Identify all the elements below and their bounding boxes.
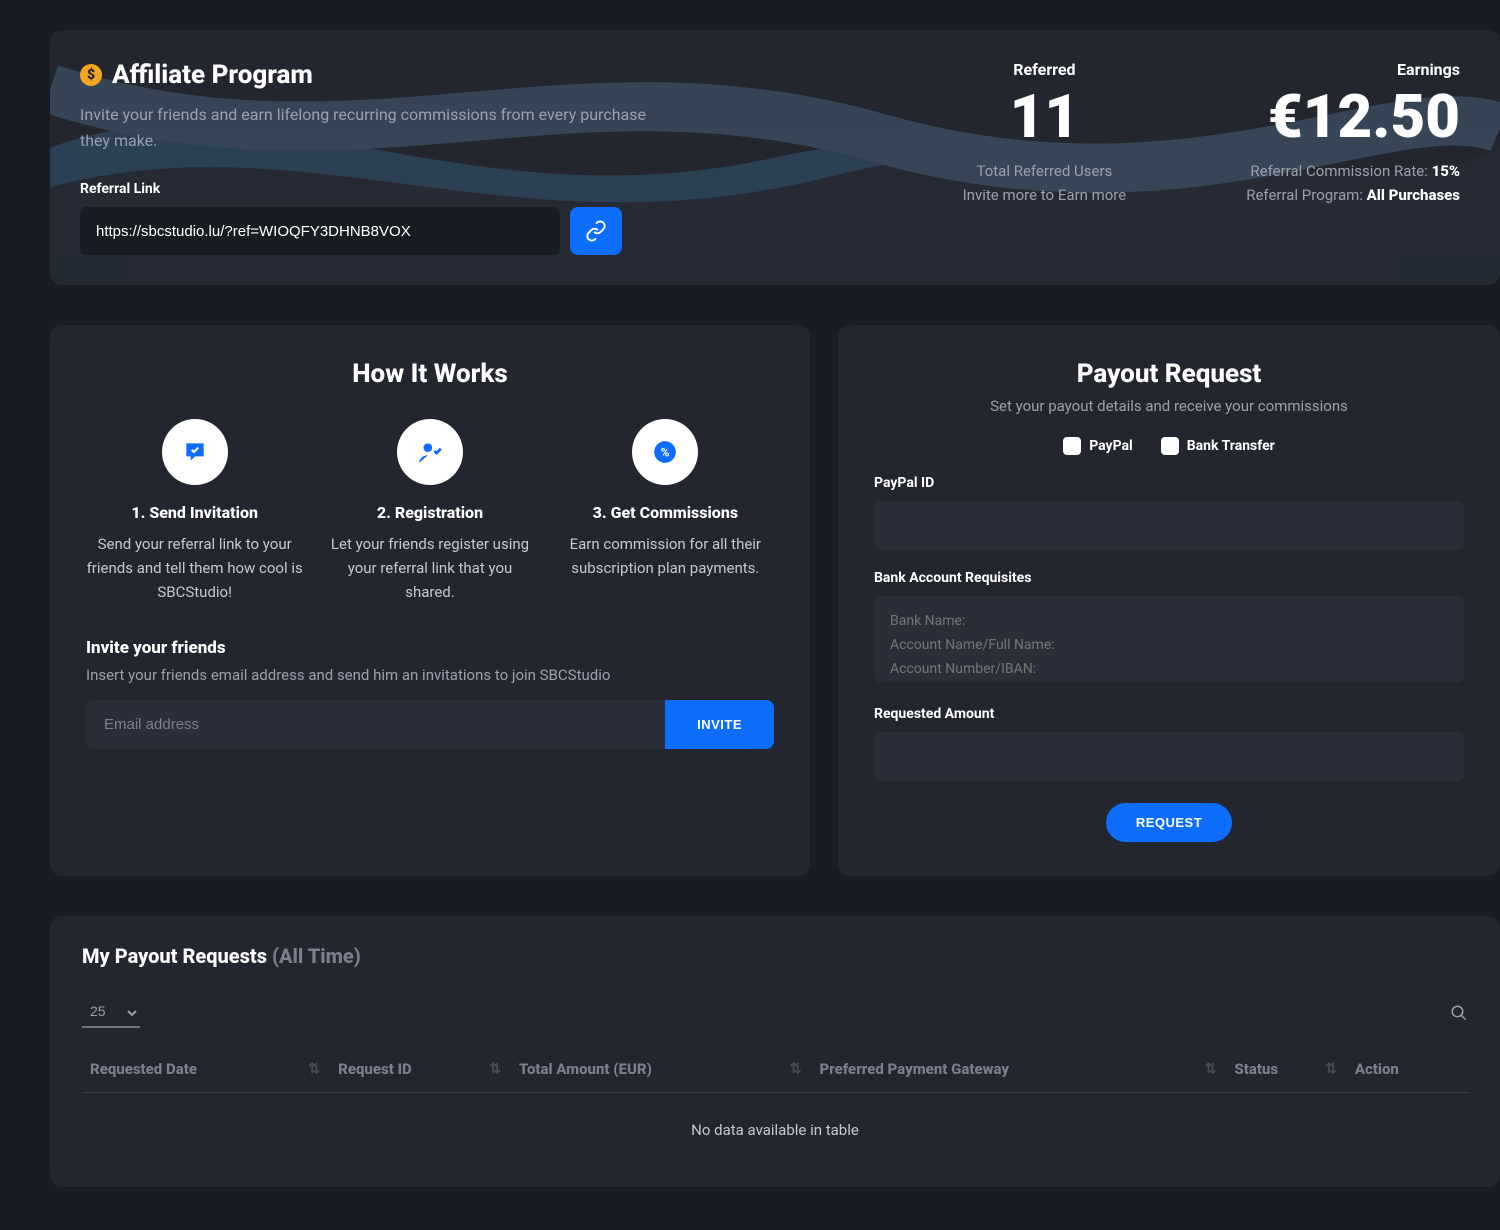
step-commissions: % 3. Get Commissions Earn commission for… <box>557 419 774 604</box>
step-title: 1. Send Invitation <box>86 503 303 522</box>
payout-title: Payout Request <box>874 359 1464 389</box>
commission-rate: Referral Commission Rate: 15% <box>1246 159 1460 183</box>
invite-friends-sub: Insert your friends email address and se… <box>86 666 774 684</box>
step-text: Send your referral link to your friends … <box>86 532 303 604</box>
payout-requests-title: My Payout Requests (All Time) <box>82 944 1468 968</box>
invite-friends-title: Invite your friends <box>86 638 774 658</box>
payout-request-card: Payout Request Set your payout details a… <box>838 325 1500 876</box>
page-title-text: Affiliate Program <box>112 60 313 90</box>
paypal-id-label: PayPal ID <box>874 475 1464 491</box>
user-check-icon <box>417 439 443 465</box>
col-request-id[interactable]: Request ID⇅ <box>330 1046 511 1093</box>
percent-badge-icon: % <box>652 439 678 465</box>
paypal-id-input[interactable] <box>874 501 1464 550</box>
how-it-works-card: How It Works 1. Send Invitation Send you… <box>50 325 810 876</box>
request-button[interactable]: REQUEST <box>1106 803 1232 842</box>
page-title: $ Affiliate Program <box>80 60 680 90</box>
table-empty-message: No data available in table <box>82 1093 1468 1168</box>
checkbox-icon <box>1063 437 1081 455</box>
referred-sub1: Total Referred Users <box>963 159 1127 183</box>
requested-amount-label: Requested Amount <box>874 706 1464 722</box>
paypal-option[interactable]: PayPal <box>1063 437 1133 455</box>
sort-icon: ⇅ <box>308 1061 320 1077</box>
step-registration: 2. Registration Let your friends registe… <box>321 419 538 604</box>
step-send-invitation: 1. Send Invitation Send your referral li… <box>86 419 303 604</box>
col-action[interactable]: Action <box>1347 1046 1468 1093</box>
referred-label: Referred <box>963 60 1127 79</box>
earnings-label: Earnings <box>1246 60 1460 79</box>
referred-sub2: Invite more to Earn more <box>963 183 1127 207</box>
dollar-icon: $ <box>80 64 102 86</box>
col-payment-gateway[interactable]: Preferred Payment Gateway⇅ <box>812 1046 1227 1093</box>
copy-link-button[interactable] <box>570 207 622 255</box>
referral-program: Referral Program: All Purchases <box>1246 183 1460 207</box>
referral-link-input[interactable] <box>80 207 560 255</box>
checkbox-icon <box>1161 437 1179 455</box>
how-it-works-title: How It Works <box>86 359 774 389</box>
payout-requests-table: Requested Date⇅ Request ID⇅ Total Amount… <box>82 1046 1468 1167</box>
sort-icon: ⇅ <box>790 1061 802 1077</box>
bank-requisites-label: Bank Account Requisites <box>874 570 1464 586</box>
payout-requests-card: My Payout Requests (All Time) 25 Request… <box>50 916 1500 1187</box>
email-input[interactable] <box>86 700 665 749</box>
link-icon <box>585 220 607 242</box>
search-icon[interactable] <box>1450 1004 1468 1022</box>
sort-icon: ⇅ <box>1325 1061 1337 1077</box>
requested-amount-input[interactable] <box>874 732 1464 781</box>
bank-transfer-option[interactable]: Bank Transfer <box>1161 437 1275 455</box>
sort-icon: ⇅ <box>489 1061 501 1077</box>
svg-text:%: % <box>661 446 670 460</box>
col-total-amount[interactable]: Total Amount (EUR)⇅ <box>511 1046 812 1093</box>
affiliate-hero: $ Affiliate Program Invite your friends … <box>50 30 1500 285</box>
invite-button[interactable]: INVITE <box>665 700 774 749</box>
earnings-stat: Earnings €12.50 Referral Commission Rate… <box>1246 60 1480 255</box>
col-status[interactable]: Status⇅ <box>1226 1046 1346 1093</box>
step-text: Let your friends register using your ref… <box>321 532 538 604</box>
page-size-select[interactable]: 25 <box>82 998 140 1028</box>
payout-sub: Set your payout details and receive your… <box>874 397 1464 415</box>
sort-icon: ⇅ <box>1205 1061 1217 1077</box>
col-requested-date[interactable]: Requested Date⇅ <box>82 1046 330 1093</box>
step-title: 2. Registration <box>321 503 538 522</box>
page-subtitle: Invite your friends and earn lifelong re… <box>80 102 660 153</box>
earnings-value: €12.50 <box>1246 87 1460 147</box>
referred-stat: Referred 11 Total Referred Users Invite … <box>963 60 1127 255</box>
referral-link-label: Referral Link <box>80 181 680 197</box>
chat-check-icon <box>182 439 208 465</box>
step-text: Earn commission for all their subscripti… <box>557 532 774 580</box>
step-title: 3. Get Commissions <box>557 503 774 522</box>
bank-requisites-input[interactable] <box>874 596 1464 682</box>
referred-value: 11 <box>963 87 1127 147</box>
